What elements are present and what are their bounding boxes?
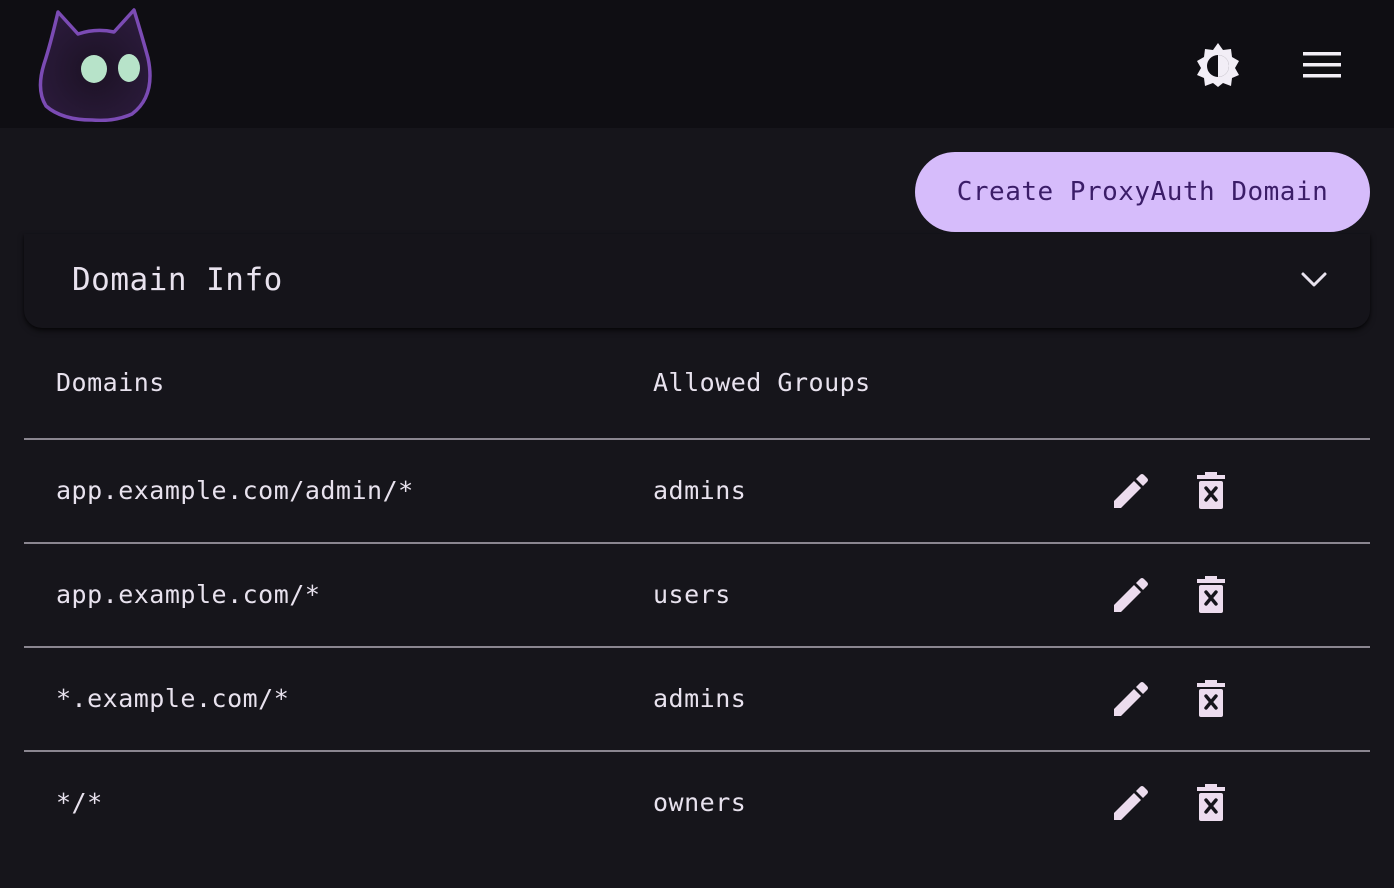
domain-cell: */* [56,788,103,817]
theme-toggle-button[interactable] [1192,39,1244,91]
column-header-domains: Domains [56,368,165,397]
delete-button[interactable] [1190,470,1232,512]
brightness-icon [1197,43,1239,87]
group-cell: owners [653,788,747,817]
domain-cell: *.example.com/* [56,684,290,713]
edit-icon [1114,474,1148,508]
create-proxyauth-domain-button[interactable]: Create ProxyAuth Domain [915,152,1370,232]
delete-icon [1197,472,1225,509]
delete-icon [1197,784,1225,821]
hamburger-menu-icon [1303,52,1341,78]
table-row: */* owners [24,752,1370,854]
table-row: app.example.com/admin/* admins [24,440,1370,544]
chevron-down-icon[interactable] [1298,264,1330,296]
domains-table: Domains Allowed Groups app.example.com/a… [24,330,1370,854]
column-header-allowed-groups: Allowed Groups [653,368,871,397]
edit-button[interactable] [1110,678,1152,720]
delete-icon [1197,576,1225,613]
edit-icon [1114,786,1148,820]
accordion-title: Domain Info [72,262,283,298]
table-row: *.example.com/* admins [24,648,1370,752]
edit-button[interactable] [1110,782,1152,824]
group-cell: admins [653,684,747,713]
domain-cell: app.example.com/* [56,580,321,609]
delete-button[interactable] [1190,678,1232,720]
cat-logo-icon[interactable] [38,6,154,123]
edit-icon [1114,682,1148,716]
edit-icon [1114,578,1148,612]
domain-cell: app.example.com/admin/* [56,476,414,505]
group-cell: admins [653,476,747,505]
delete-button[interactable] [1190,782,1232,824]
table-row: app.example.com/* users [24,544,1370,648]
edit-button[interactable] [1110,470,1152,512]
domain-info-accordion[interactable]: Domain Info [24,234,1370,328]
top-bar [0,0,1394,128]
delete-button[interactable] [1190,574,1232,616]
menu-button[interactable] [1296,39,1348,91]
edit-button[interactable] [1110,574,1152,616]
table-header: Domains Allowed Groups [24,330,1370,440]
group-cell: users [653,580,731,609]
delete-icon [1197,680,1225,717]
